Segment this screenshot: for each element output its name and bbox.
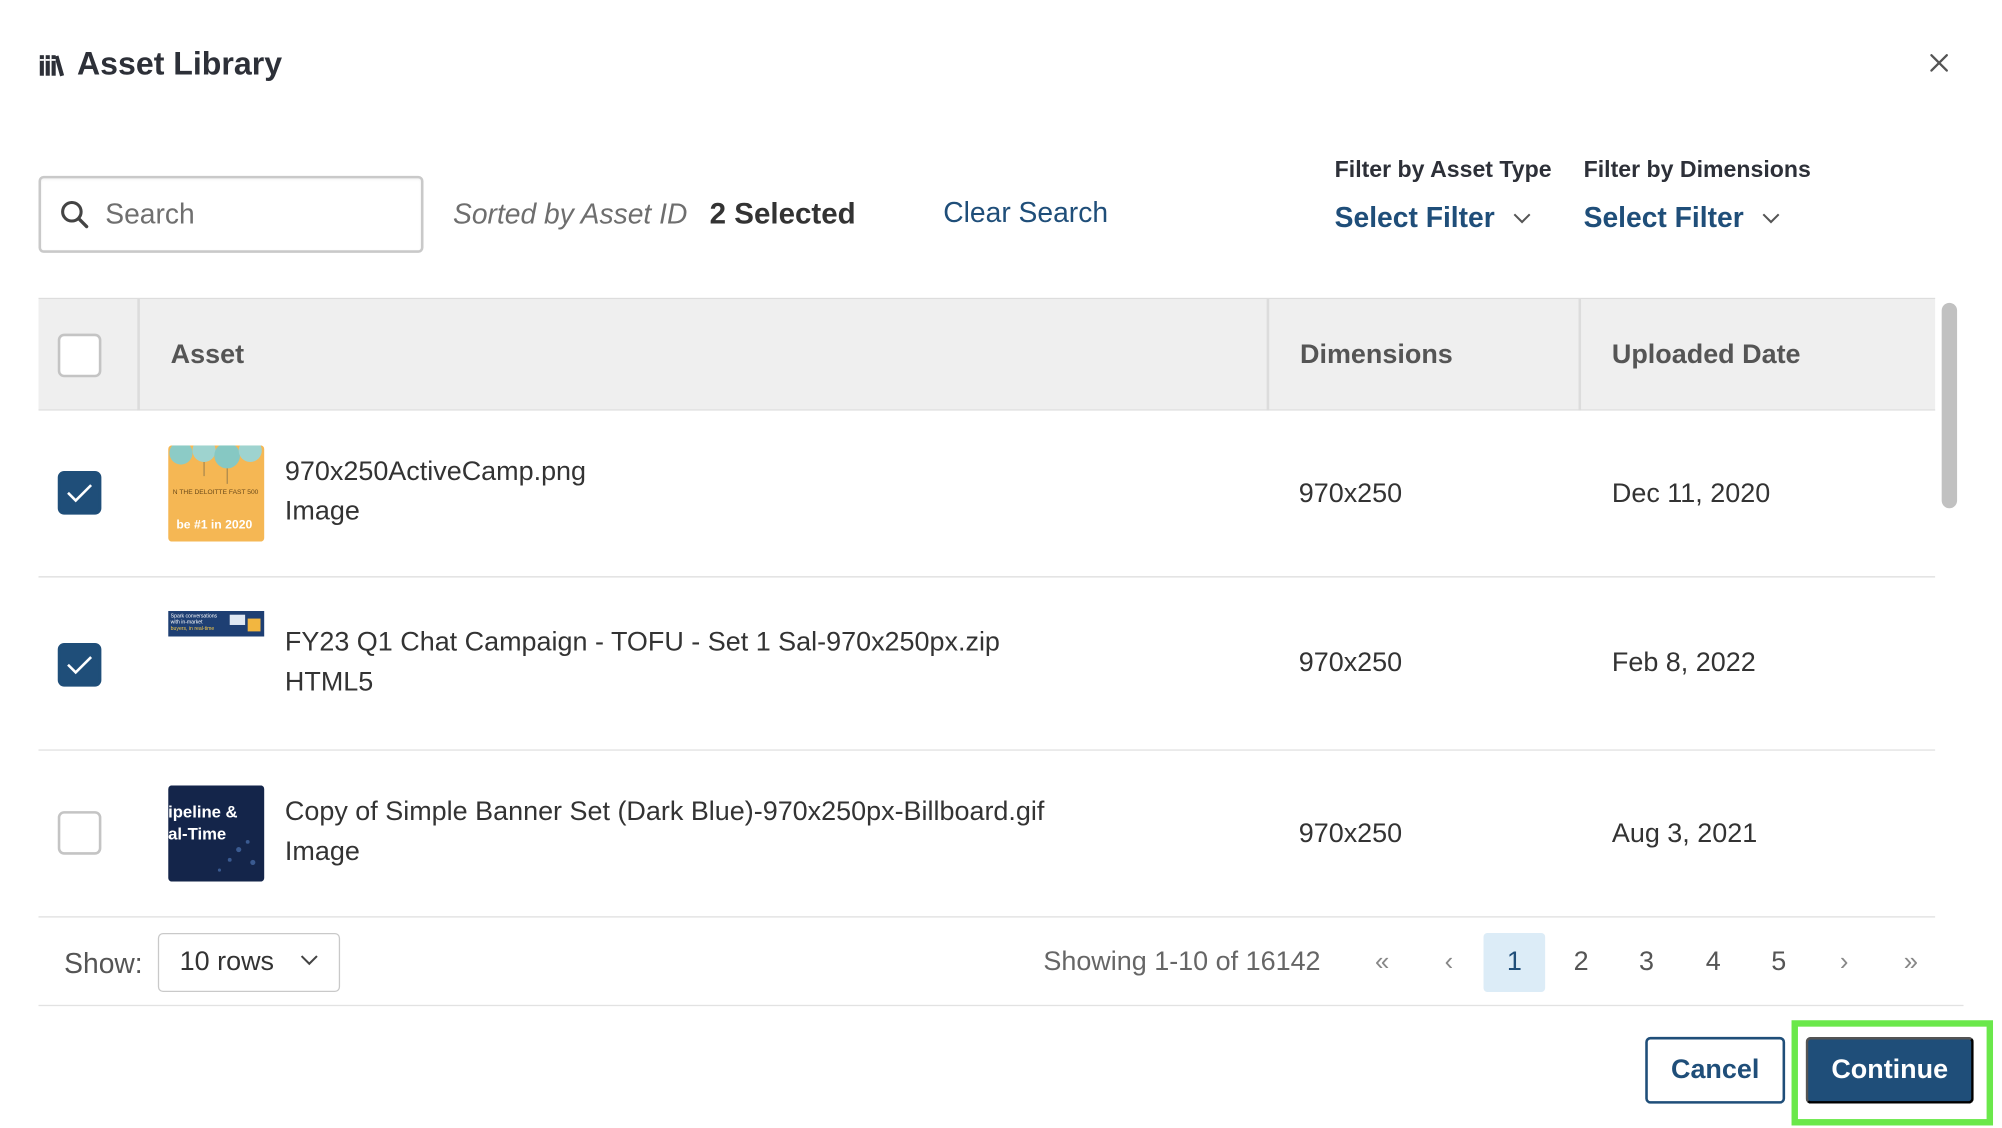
asset-dimensions: 970x250: [1298, 818, 1403, 849]
rows-per-page-label: Show:: [64, 947, 143, 980]
thumb-text: with in-market: [171, 620, 203, 626]
table-header: Asset Dimensions Uploaded Date: [38, 297, 1936, 411]
thumb-text: ipeline &: [168, 802, 237, 821]
asset-thumbnail: Spark conversations with in-market buyer…: [168, 610, 265, 637]
showing-range: Showing 1-10 of 16142: [1043, 947, 1321, 977]
last-page-button[interactable]: »: [1880, 933, 1942, 992]
filter-dimensions: Filter by Dimensions Select Filter: [1584, 157, 1811, 235]
checkmark-icon: [67, 656, 93, 675]
table-scrollbar-thumb[interactable]: [1941, 302, 1958, 509]
table-row[interactable]: Spark conversations with in-market buyer…: [38, 577, 1936, 751]
asset-thumbnail: ipeline & al-Time: [168, 785, 265, 882]
thumb-text: Spark conversations: [171, 613, 218, 619]
filter-asset-type: Filter by Asset Type Select Filter: [1335, 157, 1552, 235]
asset-table: Asset Dimensions Uploaded Date N THE DEL…: [38, 297, 1936, 918]
asset-thumbnail-image: ipeline & al-Time: [168, 785, 265, 882]
rows-per-page-select[interactable]: 10 rows: [157, 932, 341, 993]
checkmark-icon: [67, 484, 93, 503]
search-field[interactable]: [38, 175, 424, 253]
thumb-text: al-Time: [168, 824, 226, 843]
asset-name: 970x250ActiveCamp.png: [284, 456, 587, 487]
continue-button[interactable]: Continue: [1805, 1036, 1974, 1104]
chevron-down-icon: [1513, 212, 1531, 223]
close-icon: [1930, 54, 1948, 72]
library-icon: [39, 55, 65, 77]
column-header-uploaded-date[interactable]: Uploaded Date: [1578, 299, 1935, 411]
asset-thumbnail-image: N THE DELOITTE FAST 500 be #1 in 2020: [168, 445, 265, 542]
thumb-text: N THE DELOITTE FAST 500: [173, 489, 259, 496]
thumb-text: be #1 in 2020: [176, 518, 252, 532]
modal-header: Asset Library: [38, 38, 282, 89]
close-button[interactable]: [1920, 44, 1959, 82]
page-button-2[interactable]: 2: [1550, 933, 1612, 992]
row-checkbox[interactable]: [57, 811, 102, 855]
asset-name: FY23 Q1 Chat Campaign - TOFU - Set 1 Sal…: [284, 627, 1000, 658]
asset-library-modal: Asset Library Sorted by Asset ID 2 Selec…: [0, 0, 2002, 1128]
column-header-asset[interactable]: Asset: [137, 299, 1266, 411]
page-button-4[interactable]: 4: [1682, 933, 1744, 992]
filter-dimensions-label: Filter by Dimensions: [1583, 156, 1811, 183]
next-page-button[interactable]: ›: [1813, 933, 1875, 992]
selected-count: 2 Selected: [709, 196, 856, 230]
filter-dimensions-value: Select Filter: [1583, 201, 1744, 234]
table-row[interactable]: N THE DELOITTE FAST 500 be #1 in 2020 97…: [38, 410, 1936, 578]
select-all-cell: [57, 299, 102, 411]
asset-type: HTML5: [284, 667, 374, 697]
page-button-3[interactable]: 3: [1616, 933, 1678, 992]
asset-name: Copy of Simple Banner Set (Dark Blue)-97…: [284, 796, 1045, 827]
asset-type: Image: [284, 836, 360, 867]
page-button-1[interactable]: 1: [1483, 932, 1546, 993]
chevron-down-icon: [1762, 212, 1780, 223]
chevron-down-icon: [300, 955, 318, 966]
table-row[interactable]: ipeline & al-Time Copy of Simple Banner …: [38, 750, 1936, 918]
modal-title: Asset Library: [76, 45, 283, 82]
prev-page-button[interactable]: ‹: [1418, 933, 1480, 992]
first-page-button[interactable]: «: [1351, 933, 1413, 992]
select-all-checkbox[interactable]: [57, 333, 102, 377]
thumb-text: buyers, in real-time: [171, 626, 215, 632]
cancel-button[interactable]: Cancel: [1645, 1036, 1786, 1104]
clear-search-link[interactable]: Clear Search: [943, 196, 1108, 229]
filter-asset-type-select[interactable]: Select Filter: [1335, 201, 1552, 234]
filter-dimensions-select[interactable]: Select Filter: [1584, 201, 1811, 234]
sort-indicator: Sorted by Asset ID: [453, 197, 688, 230]
pagination-bar: Show: 10 rows Showing 1-10 of 16142 « ‹ …: [38, 919, 1964, 1007]
asset-uploaded-date: Feb 8, 2022: [1611, 648, 1756, 678]
asset-dimensions: 970x250: [1298, 478, 1403, 509]
row-checkbox[interactable]: [57, 642, 102, 687]
filter-asset-type-value: Select Filter: [1334, 201, 1495, 234]
asset-thumbnail-image: Spark conversations with in-market buyer…: [168, 610, 265, 637]
asset-thumbnail: N THE DELOITTE FAST 500 be #1 in 2020: [168, 445, 265, 542]
asset-uploaded-date: Dec 11, 2020: [1611, 478, 1771, 509]
search-icon: [61, 200, 89, 229]
page-button-5[interactable]: 5: [1748, 933, 1810, 992]
rows-per-page-value: 10 rows: [179, 947, 275, 977]
filter-asset-type-label: Filter by Asset Type: [1334, 156, 1552, 183]
asset-type: Image: [284, 496, 360, 527]
row-checkbox[interactable]: [57, 470, 102, 515]
asset-uploaded-date: Aug 3, 2021: [1611, 818, 1758, 849]
search-input[interactable]: [105, 197, 388, 231]
asset-dimensions: 970x250: [1298, 648, 1403, 678]
column-header-dimensions[interactable]: Dimensions: [1266, 299, 1579, 411]
